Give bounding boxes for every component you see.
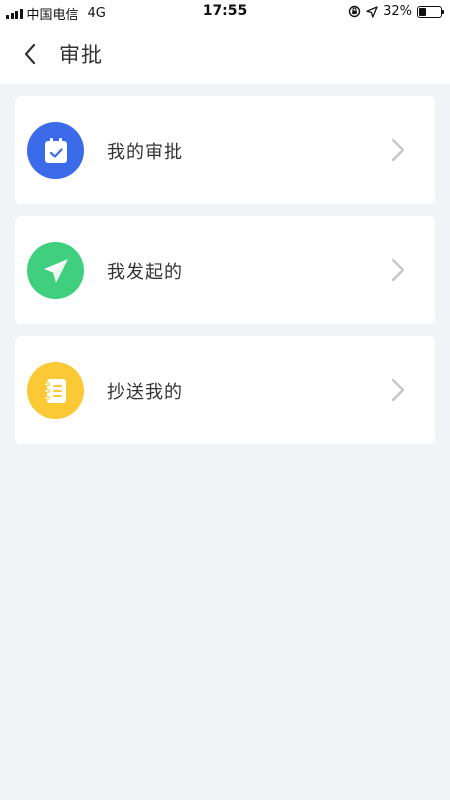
status-bar: 中国电信 4G 17:55 32% [0, 0, 450, 24]
back-button[interactable] [14, 38, 46, 70]
battery-icon [417, 5, 444, 18]
notebook-icon [43, 378, 66, 403]
nav-bar: 审批 [0, 24, 450, 84]
page-title: 审批 [59, 43, 103, 67]
orientation-lock-icon [348, 5, 361, 18]
status-right: 32% [348, 4, 444, 19]
cc-icon-circle [27, 362, 84, 419]
menu-item-my-approvals[interactable]: 我的审批 [15, 96, 435, 204]
initiated-icon-circle [27, 242, 84, 299]
menu-item-initiated-by-me[interactable]: 我发起的 [15, 216, 435, 324]
menu-item-label: 我发起的 [107, 262, 183, 283]
chevron-right-icon [391, 258, 405, 282]
calendar-check-icon [44, 137, 67, 163]
menu-item-label: 抄送我的 [107, 382, 183, 403]
menu-item-cc-to-me[interactable]: 抄送我的 [15, 336, 435, 444]
location-arrow-icon [366, 5, 378, 18]
paper-plane-icon [43, 258, 68, 283]
battery-percent: 32% [383, 4, 412, 19]
menu-item-label: 我的审批 [107, 142, 183, 163]
chevron-right-icon [391, 378, 405, 402]
battery-fill [419, 7, 426, 16]
chevron-left-icon [24, 43, 36, 65]
chevron-right-icon [391, 138, 405, 162]
my-approvals-icon-circle [27, 122, 84, 179]
approval-menu-list: 我的审批 我发起的 抄送我的 [15, 96, 435, 456]
